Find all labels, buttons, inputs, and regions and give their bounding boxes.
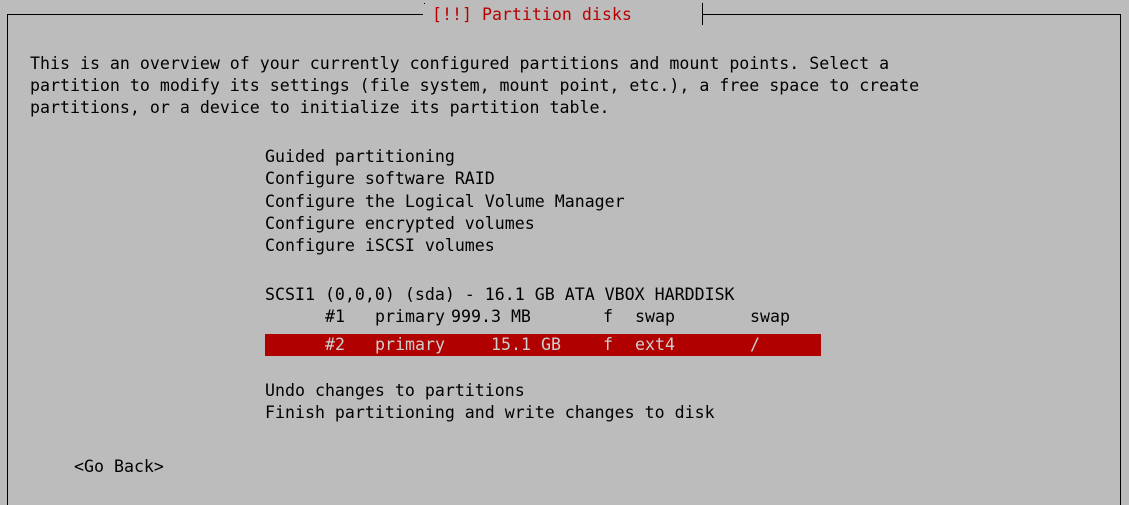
partition-row[interactable]: #1 primary 999.3 MB f swap swap xyxy=(265,306,821,328)
partition-number: #1 xyxy=(325,307,345,326)
dialog-frame-top-left xyxy=(7,14,423,15)
partition-row-selected[interactable]: #2 primary 15.1 GB f ext4 / xyxy=(265,334,821,356)
partition-flag: f xyxy=(603,307,613,326)
partition-mount-point: / xyxy=(750,335,760,354)
partition-filesystem: ext4 xyxy=(635,335,675,354)
description-line-2: partition to modify its settings (file s… xyxy=(30,76,920,95)
description-line-3: partitions, or a device to initialize it… xyxy=(30,98,610,117)
partition-number: #2 xyxy=(325,335,345,354)
partition-size: 999.3 MB xyxy=(451,307,531,326)
disk-entry-sda[interactable]: SCSI1 (0,0,0) (sda) - 16.1 GB ATA VBOX H… xyxy=(265,284,735,306)
partition-mount-point: swap xyxy=(750,307,790,326)
partition-type: primary xyxy=(375,335,445,354)
partition-size: 15.1 GB xyxy=(491,335,561,354)
dialog-frame-top-right xyxy=(703,14,1121,15)
menu-item-software-raid[interactable]: Configure software RAID xyxy=(265,168,495,190)
description-line-1: This is an overview of your currently co… xyxy=(30,54,890,73)
partition-flag: f xyxy=(603,335,613,354)
menu-item-iscsi-volumes[interactable]: Configure iSCSI volumes xyxy=(265,235,495,257)
dialog-title: [!!] Partition disks xyxy=(424,4,640,26)
menu-item-encrypted-volumes[interactable]: Configure encrypted volumes xyxy=(265,213,535,235)
partition-filesystem: swap xyxy=(635,307,675,326)
menu-item-lvm[interactable]: Configure the Logical Volume Manager xyxy=(265,191,625,213)
go-back-button[interactable]: <Go Back> xyxy=(74,456,164,478)
menu-item-undo-changes[interactable]: Undo changes to partitions xyxy=(265,380,525,402)
menu-item-finish-partitioning[interactable]: Finish partitioning and write changes to… xyxy=(265,402,715,424)
dialog-frame-right xyxy=(1120,14,1121,505)
partition-type: primary xyxy=(375,307,445,326)
title-bracket-right xyxy=(702,3,703,25)
menu-item-guided-partitioning[interactable]: Guided partitioning xyxy=(265,146,455,168)
dialog-frame-left xyxy=(7,14,8,505)
